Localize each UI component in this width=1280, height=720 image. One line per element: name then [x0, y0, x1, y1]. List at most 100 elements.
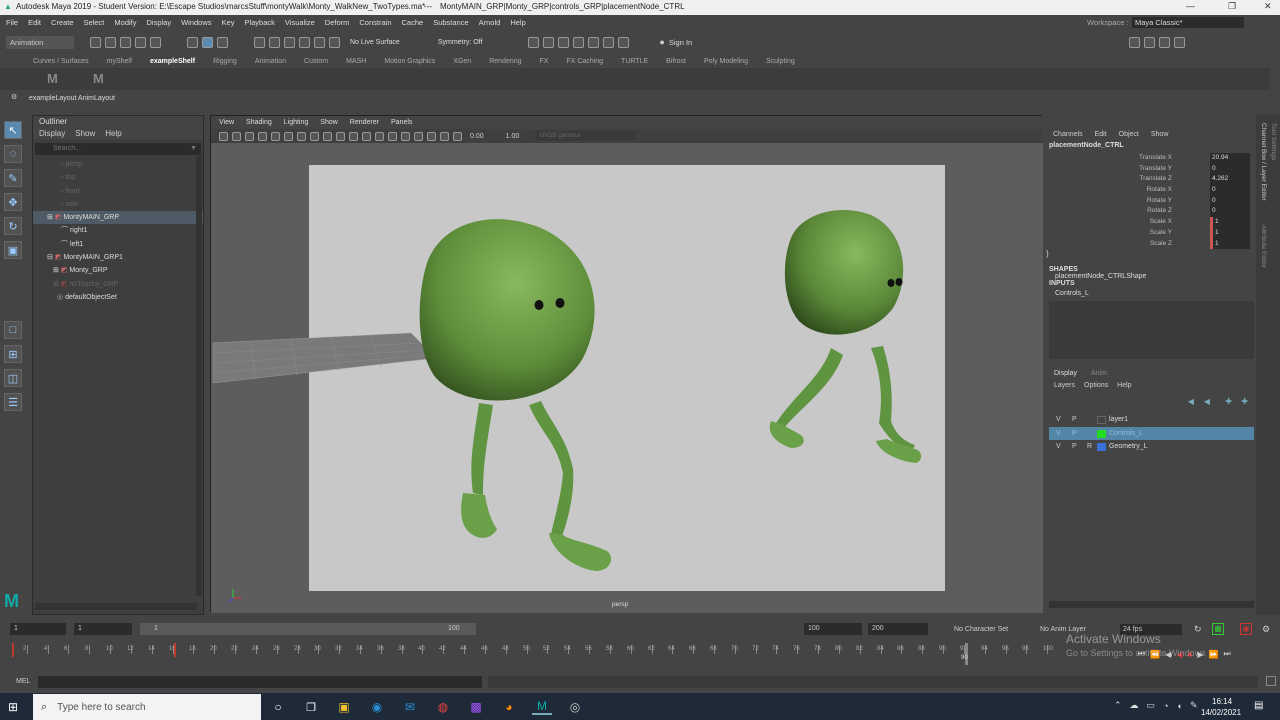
menu-key[interactable]: Key	[222, 18, 235, 27]
isolate-icon[interactable]	[388, 131, 397, 141]
outliner-layout-icon[interactable]: ☰	[4, 393, 22, 411]
menu-cache[interactable]: Cache	[402, 18, 424, 27]
move-layer-up-icon[interactable]: ◀	[1188, 397, 1194, 406]
channels-menu-object[interactable]: Object	[1119, 131, 1139, 138]
input-node-name[interactable]: Controls_L	[1046, 290, 1256, 297]
render-frame-icon[interactable]	[528, 36, 540, 48]
tray-expand-icon[interactable]: ⌃	[1114, 700, 1122, 711]
menu-display[interactable]: Display	[147, 18, 172, 27]
expand-icon[interactable]: ⊞	[53, 267, 59, 274]
sign-in-button[interactable]: Sign In	[669, 38, 733, 47]
shelf-tab-fx-caching[interactable]: FX Caching	[566, 58, 603, 65]
shelf-tab-fx[interactable]: FX	[540, 58, 549, 65]
outliner-item-front[interactable]: ▪ front	[33, 185, 203, 198]
shelf-tab-myshelf[interactable]: myShelf	[107, 58, 132, 65]
layer-row-layer1[interactable]: V P layer1	[1049, 413, 1254, 427]
keyframe-marker[interactable]	[12, 643, 14, 657]
viewport-3d-scene[interactable]: persp	[211, 143, 1043, 613]
four-view-icon[interactable]: ⊞	[4, 345, 22, 363]
outliner-item-persp[interactable]: ▪ persp	[33, 158, 203, 171]
near-clip-value[interactable]: 0.00	[470, 133, 484, 140]
channels-menu-edit[interactable]: Edit	[1095, 131, 1107, 138]
undo-icon[interactable]	[135, 36, 146, 48]
collapse-icon[interactable]: ⊟	[47, 254, 53, 261]
shelf-tab-motion-graphics[interactable]: Motion Graphics	[384, 58, 435, 65]
layout-gear-icon[interactable]: ⚙	[11, 93, 17, 101]
pen-icon[interactable]: ✎	[1190, 700, 1198, 711]
outliner-item-top[interactable]: ▪ top	[33, 171, 203, 184]
menu-deform[interactable]: Deform	[325, 18, 350, 27]
lasso-tool-icon[interactable]: ◌	[4, 145, 22, 163]
select-object-icon[interactable]	[202, 36, 213, 48]
outliner-item-left1[interactable]: ⌒ left1	[33, 238, 203, 251]
smooth-shade-icon[interactable]	[323, 131, 332, 141]
two-view-icon[interactable]: ◫	[4, 369, 22, 387]
menu-windows[interactable]: Windows	[181, 18, 211, 27]
keyframe-marker[interactable]	[174, 643, 176, 657]
channel-translate-z[interactable]: Translate Z 4.262	[1046, 174, 1256, 186]
chrome-icon[interactable]: ◍	[433, 700, 453, 714]
channel-box-toggle-icon[interactable]	[1143, 36, 1155, 48]
select-camera-icon[interactable]	[219, 131, 228, 141]
shelf-tab-sculpting[interactable]: Sculpting	[766, 58, 795, 65]
outliner-item-montymain-grp1[interactable]: ⊟ ◩ MontyMAIN_GRP1	[33, 251, 203, 264]
maya-taskbar-icon[interactable]: M	[532, 699, 552, 715]
shadows-icon[interactable]	[362, 131, 371, 141]
lights-icon[interactable]	[349, 131, 358, 141]
menu-edit[interactable]: Edit	[28, 18, 41, 27]
shelf-button-1[interactable]: M	[47, 71, 58, 86]
vp-menu-view[interactable]: View	[219, 119, 234, 126]
restore-icon[interactable]: ❐	[1228, 1, 1236, 12]
rotate-tool-icon[interactable]: ↻	[4, 217, 22, 235]
layer-row-controls-l[interactable]: V P Controls_L	[1049, 426, 1254, 440]
channel-rotate-x[interactable]: Rotate X0	[1046, 185, 1256, 196]
new-empty-layer-icon[interactable]: ✚	[1225, 397, 1232, 406]
outliner-vscroll[interactable]	[196, 156, 202, 596]
menu-create[interactable]: Create	[51, 18, 74, 27]
paint-select-icon[interactable]: ✎	[4, 169, 22, 187]
auto-key-toggle-icon[interactable]: ◉	[1240, 623, 1252, 635]
range-slider[interactable]: 1 100	[140, 623, 476, 635]
channels-menu-show[interactable]: Show	[1151, 131, 1169, 138]
side-tab-attribute-editor[interactable]: Attribute Editor	[1260, 225, 1267, 268]
clock-date[interactable]: 14/02/2021	[1201, 708, 1241, 717]
textured-icon[interactable]	[336, 131, 345, 141]
network-icon[interactable]: ◔	[1163, 701, 1168, 711]
new-layer-selected-icon[interactable]: ✚	[1241, 397, 1248, 406]
channel-rotate-y[interactable]: Rotate Y0	[1046, 195, 1256, 207]
anti-alias-icon[interactable]	[427, 131, 436, 141]
menu-visualize[interactable]: Visualize	[285, 18, 315, 27]
max-end-field[interactable]: 200	[868, 623, 928, 635]
menu-modify[interactable]: Modify	[114, 18, 136, 27]
channel-translate-x[interactable]: Translate X 20.94	[1046, 153, 1256, 164]
search-dropdown-icon[interactable]: ▼	[190, 143, 197, 155]
playback-start-field[interactable]: 1	[74, 623, 132, 635]
outliner-item-monty-grp[interactable]: ⊞ ◩ Monty_GRP	[33, 264, 203, 277]
vp-menu-panels[interactable]: Panels	[391, 119, 412, 126]
channel-rotate-z[interactable]: Rotate Z0	[1046, 206, 1256, 218]
shelf-tab-poly-modeling[interactable]: Poly Modeling	[704, 58, 748, 65]
layer-hscroll[interactable]	[1049, 601, 1254, 608]
layer-tab-anim[interactable]: Anim	[1091, 370, 1107, 377]
channel-scale-z[interactable]: Scale Z1	[1046, 238, 1256, 250]
layer-color-swatch[interactable]	[1097, 416, 1106, 424]
menu-constrain[interactable]: Constrain	[359, 18, 391, 27]
channel-scale-y[interactable]: Scale Y1	[1046, 227, 1256, 239]
go-to-end-icon[interactable]: ⏭	[1223, 649, 1230, 659]
move-layer-down-icon[interactable]: ◀	[1204, 397, 1210, 406]
layer-color-swatch[interactable]	[1097, 443, 1106, 451]
scale-tool-icon[interactable]: ▣	[4, 241, 22, 259]
outliner-hscroll[interactable]	[35, 603, 197, 610]
menu-help[interactable]: Help	[510, 18, 525, 27]
side-tab-channel-box[interactable]: Channel Box / Layer Editor	[1260, 123, 1267, 201]
shelf-tab-custom[interactable]: Custom	[304, 58, 328, 65]
outliner-item-right1[interactable]: ⌒ right1	[33, 224, 203, 237]
camera-attr-icon[interactable]	[232, 131, 241, 141]
range-start-field[interactable]: 1	[10, 623, 66, 635]
command-input[interactable]	[38, 676, 482, 688]
shape-node-name[interactable]: placementNode_CTRLShape	[1046, 273, 1256, 280]
single-view-icon[interactable]: □	[4, 321, 22, 339]
vp-menu-lighting[interactable]: Lighting	[284, 119, 309, 126]
loop-icon[interactable]: ↻	[1194, 624, 1202, 635]
store-icon[interactable]: ▣	[334, 700, 354, 714]
